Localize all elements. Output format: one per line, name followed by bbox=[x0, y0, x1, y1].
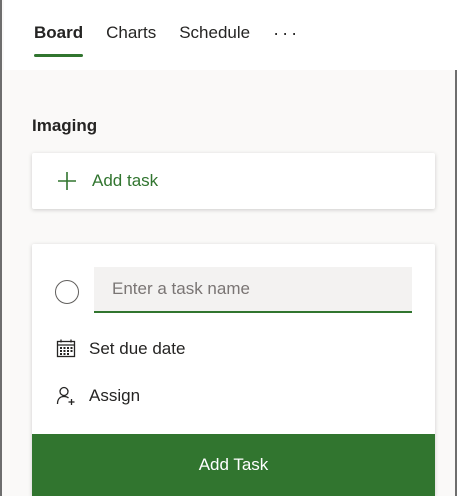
add-task-label: Add task bbox=[92, 171, 159, 190]
task-name-input[interactable] bbox=[94, 267, 412, 313]
add-task-submit-button[interactable]: Add Task bbox=[32, 434, 435, 496]
assign-button[interactable]: Assign bbox=[55, 385, 140, 407]
add-task-card[interactable]: Add task bbox=[32, 153, 435, 209]
assign-label: Assign bbox=[89, 386, 141, 405]
plus-icon bbox=[56, 170, 78, 192]
set-due-date-button[interactable]: Set due date bbox=[55, 338, 185, 360]
tab-charts[interactable]: Charts bbox=[106, 22, 156, 44]
view-tabs: Board Charts Schedule ··· bbox=[34, 22, 300, 57]
new-task-card: Set due date Assign Add Task bbox=[32, 244, 435, 496]
bucket-title: Imaging bbox=[32, 116, 98, 135]
more-options-icon[interactable]: ··· bbox=[273, 24, 300, 42]
tab-board[interactable]: Board bbox=[34, 22, 84, 57]
tab-schedule[interactable]: Schedule bbox=[179, 22, 250, 44]
calendar-icon bbox=[55, 338, 77, 360]
complete-checkbox-icon[interactable] bbox=[55, 280, 79, 304]
add-person-icon bbox=[55, 385, 77, 407]
top-bar: Board Charts Schedule ··· bbox=[4, 0, 457, 70]
set-due-date-label: Set due date bbox=[89, 339, 186, 358]
planner-window: Board Charts Schedule ··· Imaging Add ta… bbox=[0, 0, 457, 496]
